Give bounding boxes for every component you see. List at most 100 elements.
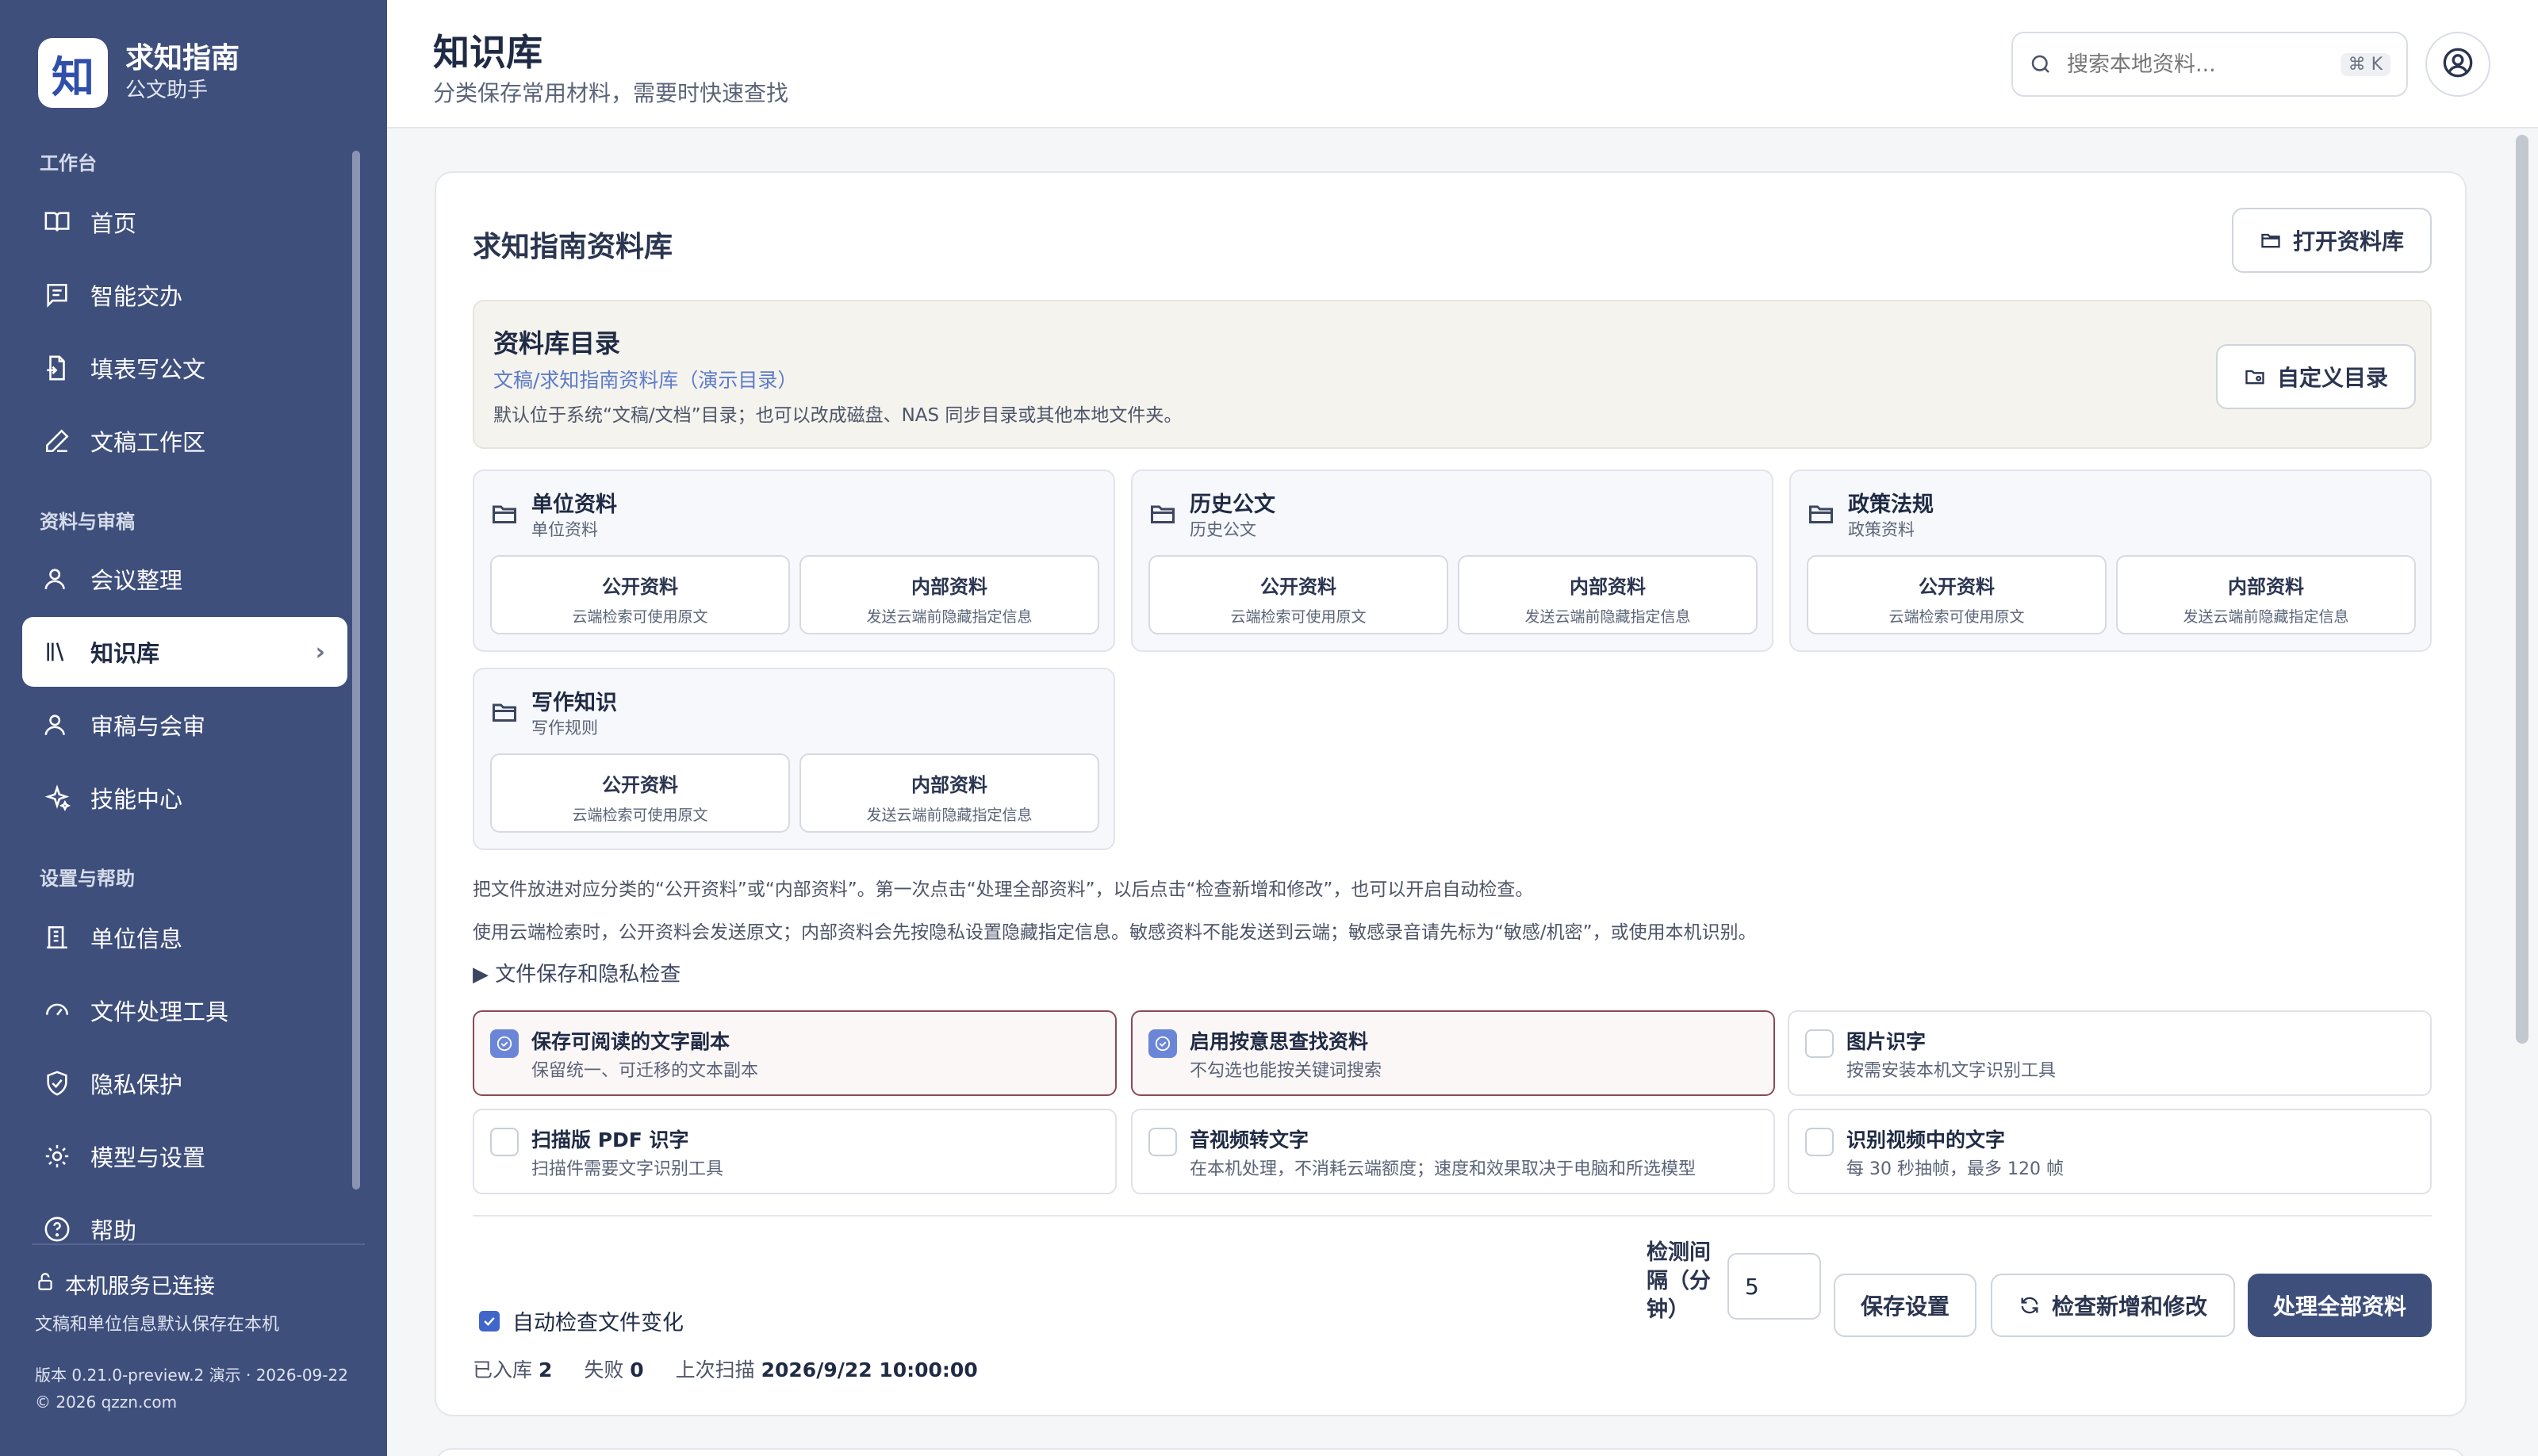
option-speech-to-text[interactable]: 音视频转文字 在本机处理，不消耗云端额度；速度和效果取决于电脑和所选模型 <box>1131 1109 1775 1194</box>
process-all-button[interactable]: 处理全部资料 <box>2248 1274 2432 1337</box>
auto-check-label: 自动检查文件变化 <box>512 1311 684 1335</box>
service-status: 本机服务已连接 <box>35 1269 215 1300</box>
public-desc: 云端检索可使用原文 <box>1230 608 1367 626</box>
internal-materials-button[interactable]: 内部资料发送云端前隐藏指定信息 <box>2116 555 2416 634</box>
custom-directory-button[interactable]: 自定义目录 <box>2216 344 2416 409</box>
public-label: 公开资料 <box>1919 576 1995 598</box>
option-title: 启用按意思查找资料 <box>1190 1030 1369 1053</box>
sidebar-item-fill-forms[interactable]: 填表写公文 <box>22 333 347 403</box>
sidebar-item-unit-info[interactable]: 单位信息 <box>22 902 347 972</box>
checkbox[interactable] <box>1148 1128 1177 1156</box>
sidebar-scrollbar[interactable] <box>352 151 360 1190</box>
category-title: 历史公文 <box>1190 492 1275 517</box>
open-library-label: 打开资料库 <box>2292 228 2404 255</box>
category-title: 单位资料 <box>531 492 617 517</box>
check-changes-label: 检查新增和修改 <box>2051 1293 2207 1320</box>
internal-label: 内部资料 <box>1570 576 1646 598</box>
sidebar-item-label: 知识库 <box>90 640 160 667</box>
sidebar-item-model-settings[interactable]: 模型与设置 <box>22 1121 347 1191</box>
internal-materials-button[interactable]: 内部资料 发送云端前隐藏指定信息 <box>799 555 1099 634</box>
search-shortcut: ⌘ K <box>2340 52 2390 76</box>
public-materials-button[interactable]: 公开资料云端检索可使用原文 <box>490 555 790 634</box>
category-policy: 政策法规 政策资料 公开资料 云端检索可使用原文 内部资料 发送云端前隐藏指定信息 <box>1789 469 2432 652</box>
checkbox[interactable] <box>1805 1128 1834 1156</box>
main-scrollbar[interactable] <box>2516 135 2528 1044</box>
users-icon <box>43 711 71 739</box>
internal-desc: 发送云端前隐藏指定信息 <box>2183 608 2349 626</box>
checkbox-checked[interactable] <box>479 1310 500 1331</box>
sidebar-item-knowledge-base[interactable]: 知识库 › <box>22 617 347 687</box>
page-subtitle: 分类保存常用材料，需要时快速查找 <box>433 80 789 106</box>
sidebar-item-meetings[interactable]: 会议整理 <box>22 544 347 614</box>
internal-materials-button[interactable]: 内部资料发送云端前隐藏指定信息 <box>1458 555 1758 634</box>
internal-desc: 发送云端前隐藏指定信息 <box>1524 608 1691 626</box>
public-desc: 云端检索可使用原文 <box>572 608 708 626</box>
option-semantic-search[interactable]: 启用按意思查找资料 不勾选也能按关键词搜索 <box>1131 1010 1775 1096</box>
internal-materials-button[interactable]: 内部资料 发送云端前隐藏指定信息 <box>799 753 1099 833</box>
public-desc: 云端检索可使用原文 <box>1888 608 2025 626</box>
shield-check-icon <box>43 1069 71 1098</box>
check-changes-button[interactable]: 检查新增和修改 <box>1991 1274 2235 1337</box>
next-card-edge <box>435 1448 2467 1456</box>
sidebar-item-file-tools[interactable]: 文件处理工具 <box>22 975 347 1045</box>
interval-input[interactable] <box>1727 1253 1821 1320</box>
open-library-button[interactable]: 打开资料库 <box>2232 208 2432 273</box>
custom-directory-label: 自定义目录 <box>2276 365 2388 391</box>
user-avatar-button[interactable] <box>2425 32 2490 97</box>
sidebar-item-label: 文件处理工具 <box>90 998 229 1025</box>
gear-icon <box>43 1142 71 1171</box>
option-image-ocr[interactable]: 图片识字 按需安装本机文字识别工具 <box>1788 1010 2432 1096</box>
search-box[interactable]: ⌘ K <box>2011 32 2408 97</box>
option-pdf-ocr[interactable]: 扫描版 PDF 识字 扫描件需要文字识别工具 <box>473 1109 1117 1194</box>
option-desc: 扫描件需要文字识别工具 <box>531 1159 724 1179</box>
public-materials-button[interactable]: 公开资料云端检索可使用原文 <box>1807 555 2107 634</box>
option-title: 音视频转文字 <box>1190 1128 1309 1151</box>
process-all-label: 处理全部资料 <box>2272 1293 2406 1320</box>
sidebar-item-privacy[interactable]: 隐私保护 <box>22 1048 347 1118</box>
checkbox-checked[interactable] <box>1148 1029 1177 1058</box>
nav-section-materials: 资料与审稿 <box>40 511 135 533</box>
public-materials-button[interactable]: 公开资料云端检索可使用原文 <box>490 753 790 833</box>
option-video-ocr[interactable]: 识别视频中的文字 每 30 秒抽帧，最多 120 帧 <box>1788 1109 2432 1194</box>
save-settings-button[interactable]: 保存设置 <box>1834 1274 1976 1337</box>
search-input[interactable] <box>2067 52 2341 77</box>
sidebar: 知 求知指南 公文助手 工作台 首页 智能交办 填表写公文 文稿工作区 资料与审… <box>0 0 387 1456</box>
option-desc: 每 30 秒抽帧，最多 120 帧 <box>1846 1159 2064 1179</box>
sidebar-item-home[interactable]: 首页 <box>22 187 347 257</box>
public-label: 公开资料 <box>602 774 678 796</box>
copyright-text: © 2026 qzzn.com <box>35 1393 178 1412</box>
info-text-1: 把文件放进对应分类的“公开资料”或“内部资料”。第一次点击“处理全部资料”，以后… <box>473 879 1534 900</box>
category-subtitle: 单位资料 <box>531 520 598 539</box>
option-text-copy[interactable]: 保存可阅读的文字副本 保留统一、可迁移的文本副本 <box>473 1010 1117 1096</box>
auto-check-toggle[interactable]: 自动检查文件变化 <box>479 1305 684 1336</box>
directory-box: 资料库目录 文稿/求知指南资料库（演示目录） 默认位于系统“文稿/文档”目录；也… <box>473 300 2432 449</box>
internal-label: 内部资料 <box>911 774 987 796</box>
public-materials-button[interactable]: 公开资料 云端检索可使用原文 <box>1148 555 1448 634</box>
service-desc: 文稿和单位信息默认保存在本机 <box>35 1315 280 1335</box>
sidebar-item-help[interactable]: 帮助 <box>22 1194 347 1264</box>
sidebar-item-skills[interactable]: 技能中心 <box>22 763 347 833</box>
brand[interactable]: 知 求知指南 公文助手 <box>38 38 240 108</box>
checkbox[interactable] <box>490 1128 519 1156</box>
sidebar-item-smart-assign[interactable]: 智能交办 <box>22 260 347 330</box>
internal-label: 内部资料 <box>2228 576 2304 598</box>
directory-path[interactable]: 文稿/求知指南资料库（演示目录） <box>493 365 797 393</box>
checkbox-checked[interactable] <box>490 1029 519 1058</box>
category-writing: 写作知识 写作规则 公开资料 云端检索可使用原文 内部资料 发送云端前隐藏指定信息 <box>473 668 1115 850</box>
sidebar-item-label: 填表写公文 <box>90 356 206 383</box>
chevron-right-icon: › <box>315 638 325 666</box>
sidebar-item-workspace[interactable]: 文稿工作区 <box>22 406 347 476</box>
sidebar-item-label: 审稿与会审 <box>90 713 206 740</box>
header: 知识库 分类保存常用材料，需要时快速查找 ⌘ K <box>387 0 2538 128</box>
app-logo: 知 <box>38 38 108 108</box>
folder-open-icon <box>490 500 519 531</box>
service-status-text: 本机服务已连接 <box>65 1274 215 1299</box>
divider <box>473 1215 2432 1217</box>
public-label: 公开资料 <box>602 576 678 598</box>
details-toggle[interactable]: ▶ 文件保存和隐私检查 <box>473 958 681 987</box>
sidebar-item-review[interactable]: 审稿与会审 <box>22 690 347 760</box>
public-desc: 云端检索可使用原文 <box>572 807 708 824</box>
checkbox[interactable] <box>1805 1029 1834 1058</box>
pen-icon <box>43 427 71 455</box>
user-circle-icon <box>2442 47 2474 82</box>
